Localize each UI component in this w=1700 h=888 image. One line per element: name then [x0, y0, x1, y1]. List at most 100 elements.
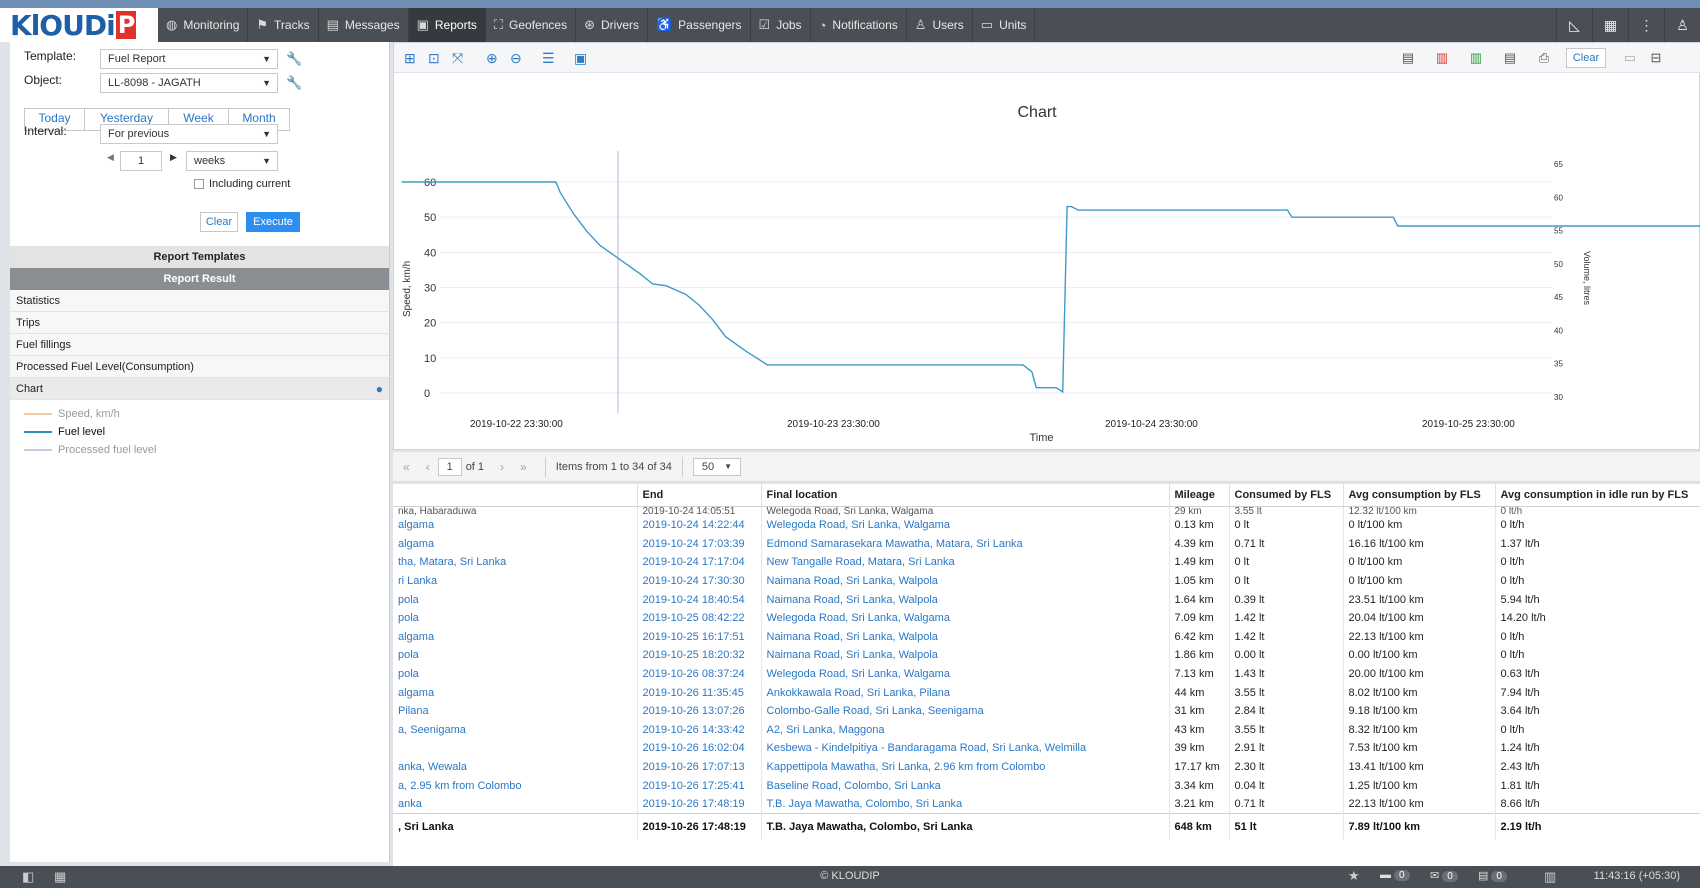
- table-row[interactable]: anka, Wewala 2019-10-26 17:07:13 Kappettip…: [393, 757, 1700, 777]
- table-cell[interactable]: pola: [393, 664, 638, 684]
- nav-units[interactable]: ▭ Units: [973, 8, 1036, 42]
- notifications-counter[interactable]: ▤ 0: [1478, 869, 1507, 882]
- table-cell[interactable]: algama: [393, 534, 638, 554]
- table-row[interactable]: algama 2019-10-24 17:03:39 Edmond Samarase…: [393, 534, 1700, 554]
- next-page-icon[interactable]: ›: [484, 460, 512, 474]
- table-row[interactable]: a, Seenigama 2019-10-26 14:33:42 A2, Sri L…: [393, 720, 1700, 740]
- table-cell[interactable]: anka: [393, 794, 638, 814]
- column-header[interactable]: Avg consumption in idle run by FLS: [1495, 484, 1700, 507]
- object-settings-wrench-icon[interactable]: 🔧: [286, 75, 302, 91]
- kloudip-logo[interactable]: KlOUDi P: [0, 8, 158, 42]
- table-cell[interactable]: A2, Sri Lanka, Maggona: [761, 720, 1170, 740]
- table-cell[interactable]: pola: [393, 646, 638, 665]
- object-select[interactable]: LL-8098 - JAGATH ▼: [100, 73, 278, 93]
- table-cell[interactable]: Welegoda Road, Sri Lanka, Walgama: [761, 664, 1170, 684]
- fuel-chart[interactable]: Chart 0 10 20 30 40 50 60 30 35 40 45 50 55 60 65 2019-1…: [394, 73, 1700, 449]
- table-cell[interactable]: T.B. Jaya Mawatha, Colombo, Sri Lanka: [761, 813, 1170, 840]
- table-cell[interactable]: 2019-10-26 16:02:04: [637, 739, 762, 758]
- table-row[interactable]: algama 2019-10-26 11:35:45 Ankokkawala Roa…: [393, 683, 1700, 702]
- split-view-icon[interactable]: ⊟: [1644, 48, 1668, 68]
- legend-processed-fuel-level[interactable]: Processed fuel level: [24, 444, 156, 456]
- prev-page-icon[interactable]: ‹: [418, 460, 438, 474]
- apps-grid-icon[interactable]: ▦: [1592, 8, 1628, 42]
- table-cell[interactable]: algama: [393, 516, 638, 535]
- nav-monitoring[interactable]: ◍ Monitoring: [158, 8, 249, 42]
- table-cell[interactable]: 2019-10-26 17:25:41: [637, 776, 762, 795]
- table-cell[interactable]: 2019-10-26 08:37:24: [637, 664, 762, 684]
- table-cell[interactable]: Welegoda Road, Sri Lanka, Walgama: [761, 506, 1170, 516]
- export-file-icon[interactable]: ▤: [1498, 48, 1522, 68]
- table-cell[interactable]: 2019-10-26 17:07:13: [637, 757, 762, 777]
- table-cell[interactable]: tha, Matara, Sri Lanka: [393, 553, 638, 572]
- table-cell[interactable]: 2019-10-24 14:22:44: [637, 516, 762, 535]
- first-page-icon[interactable]: «: [393, 460, 418, 474]
- table-cell[interactable]: 2019-10-24 17:03:39: [637, 534, 762, 554]
- list-icon[interactable]: ☰: [542, 50, 555, 67]
- vehicles-counter[interactable]: ▬ 0: [1380, 869, 1410, 881]
- nav-drivers[interactable]: ⊛ Drivers: [576, 8, 648, 42]
- table-cell[interactable]: Welegoda Road, Sri Lanka, Walgama: [761, 516, 1170, 535]
- table-cell[interactable]: Baseline Road, Colombo, Sri Lanka: [761, 776, 1170, 795]
- table-row[interactable]: anka 2019-10-26 17:48:19 T.B. Jaya Mawatha…: [393, 794, 1700, 814]
- table-cell[interactable]: 2019-10-25 18:20:32: [637, 646, 762, 665]
- table-row[interactable]: pola 2019-10-24 18:40:54 Naimana Road, Sri…: [393, 590, 1700, 609]
- per-page-select[interactable]: 50 ▼: [692, 457, 742, 476]
- table-row[interactable]: tha, Matara, Sri Lanka 2019-10-24 17:17:0…: [393, 553, 1700, 572]
- column-header[interactable]: Consumed by FLS: [1229, 484, 1344, 507]
- more-menu-icon[interactable]: ⋮: [1628, 8, 1664, 42]
- table-cell[interactable]: Naimana Road, Sri Lanka, Walpola: [761, 646, 1170, 665]
- messages-counter[interactable]: ✉ 0: [1430, 869, 1458, 882]
- table-row[interactable]: nka, Habaraduwa 2019-10-24 14:05:51 Welego…: [393, 506, 1700, 516]
- table-cell[interactable]: [393, 739, 638, 758]
- table-row[interactable]: ri Lanka 2019-10-24 17:30:30 Naimana Road,…: [393, 571, 1700, 591]
- table-row[interactable]: a, 2.95 km from Colombo 2019-10-26 17:25:…: [393, 776, 1700, 795]
- report-result-header[interactable]: Report Result: [10, 268, 389, 290]
- column-header[interactable]: Avg consumption by FLS: [1343, 484, 1496, 507]
- table-cell[interactable]: Naimana Road, Sri Lanka, Walpola: [761, 627, 1170, 647]
- print-icon[interactable]: ⎙: [1532, 48, 1556, 68]
- table-cell[interactable]: 2019-10-24 17:17:04: [637, 553, 762, 572]
- table-cell[interactable]: 2019-10-26 13:07:26: [637, 701, 762, 721]
- interval-count-input[interactable]: 1: [120, 151, 162, 171]
- table-cell[interactable]: nka, Habaraduwa: [393, 506, 638, 516]
- interval-select[interactable]: For previous ▼: [100, 124, 278, 144]
- including-current-checkbox[interactable]: [194, 179, 204, 189]
- zoom-out-icon[interactable]: ⊖: [510, 50, 522, 67]
- result-item-processed-fuel-level[interactable]: Processed Fuel Level(Consumption): [10, 356, 389, 378]
- x-axis-zoom-icon[interactable]: ⊡: [428, 50, 440, 67]
- nav-geofences[interactable]: ⛶ Geofences: [486, 8, 577, 42]
- table-row[interactable]: pola 2019-10-25 08:42:22 Welegoda Road, Sr…: [393, 608, 1700, 628]
- result-item-chart[interactable]: Chart ●: [10, 378, 389, 400]
- table-cell[interactable]: Kappettipola Mawatha, Sri Lanka, 2.96 km…: [761, 757, 1170, 777]
- map-view-icon[interactable]: ▭: [1618, 48, 1642, 68]
- table-cell[interactable]: T.B. Jaya Mawatha, Colombo, Sri Lanka: [761, 794, 1170, 814]
- table-cell[interactable]: algama: [393, 683, 638, 702]
- result-item-statistics[interactable]: Statistics: [10, 290, 389, 312]
- last-page-icon[interactable]: »: [512, 460, 535, 474]
- add-zoom-icon[interactable]: ⊞: [404, 50, 416, 67]
- result-item-fuel-fillings[interactable]: Fuel fillings: [10, 334, 389, 356]
- table-cell[interactable]: Pilana: [393, 701, 638, 721]
- table-cell[interactable]: Ankokkawala Road, Sri Lanka, Pilana: [761, 683, 1170, 702]
- legend-speed[interactable]: Speed, km/h: [24, 408, 120, 420]
- template-settings-wrench-icon[interactable]: 🔧: [286, 51, 302, 67]
- table-cell[interactable]: anka, Wewala: [393, 757, 638, 777]
- table-cell[interactable]: a, 2.95 km from Colombo: [393, 776, 638, 795]
- increment-arrow-icon[interactable]: ▶: [170, 152, 177, 163]
- table-cell[interactable]: 2019-10-25 16:17:51: [637, 627, 762, 647]
- export-excel-icon[interactable]: ▥: [1464, 48, 1488, 68]
- table-cell[interactable]: Kesbewa - Kindelpitiya - Bandaragama Roa…: [761, 739, 1170, 758]
- export-html-icon[interactable]: ▤: [1396, 48, 1420, 68]
- total-row[interactable]: , Sri Lanka 2019-10-26 17:48:19 T.B. Jaya …: [393, 813, 1700, 840]
- table-cell[interactable]: 2019-10-24 18:40:54: [637, 590, 762, 609]
- nav-jobs[interactable]: ☑ Jobs: [751, 8, 811, 42]
- nav-reports[interactable]: ▣ Reports: [408, 8, 486, 42]
- column-header[interactable]: Final location: [761, 484, 1170, 507]
- zoom-in-icon[interactable]: ⊕: [486, 50, 498, 67]
- table-row[interactable]: algama 2019-10-25 16:17:51 Naimana Road, S…: [393, 627, 1700, 647]
- table-cell[interactable]: Welegoda Road, Sri Lanka, Walgama: [761, 608, 1170, 628]
- fit-zoom-icon[interactable]: ⤧: [452, 50, 463, 67]
- table-cell[interactable]: 2019-10-25 08:42:22: [637, 608, 762, 628]
- table-cell[interactable]: New Tangalle Road, Matara, Sri Lanka: [761, 553, 1170, 572]
- template-select[interactable]: Fuel Report ▼: [100, 49, 278, 69]
